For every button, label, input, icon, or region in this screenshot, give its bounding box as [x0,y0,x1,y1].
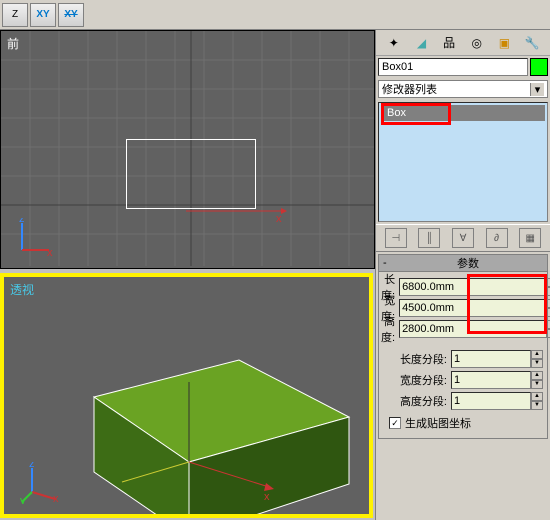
viewport-label-perspective: 透视 [10,281,34,298]
create-tab-icon[interactable]: ✦ [385,34,403,52]
xy-plane-button-2[interactable]: XY [58,3,84,27]
motion-tab-icon[interactable]: ◎ [468,34,486,52]
length-segs-label: 长度分段: [381,351,451,367]
length-segs-input[interactable] [451,350,531,368]
command-panel: ✦ ◢ 品 ◎ ▣ 🔧 修改器列表 ▾ Box ⊣ ║ ∀ ∂ ▦ [375,30,550,520]
modify-tab-icon[interactable]: ◢ [412,34,430,52]
svg-text:y: y [20,495,26,504]
spinner-up-icon[interactable]: ▲ [531,350,543,359]
viewports-area: 前 x z x 透视 [0,30,375,520]
hierarchy-tab-icon[interactable]: 品 [440,34,458,52]
panel-tabs: ✦ ◢ 品 ◎ ▣ 🔧 [376,30,550,56]
height-input[interactable] [399,320,547,338]
rollout-header[interactable]: - 参数 [378,254,548,272]
width-input[interactable] [399,299,547,317]
box-geometry[interactable]: x [44,342,364,518]
width-segs-label: 宽度分段: [381,372,451,388]
chevron-down-icon: ▾ [530,83,544,96]
viewport-label-front: 前 [7,35,19,52]
generate-uvw-checkbox[interactable]: ✓ [389,417,401,429]
spinner-down-icon[interactable]: ▼ [531,401,543,410]
modifier-list-dropdown[interactable]: 修改器列表 ▾ [378,80,548,98]
spinner-down-icon[interactable]: ▼ [531,359,543,368]
height-segs-label: 高度分段: [381,393,451,409]
minus-icon: - [383,257,393,269]
xy-plane-button[interactable]: XY [30,3,56,27]
svg-text:x: x [53,493,59,504]
remove-modifier-button[interactable]: ∂ [486,228,508,248]
width-segs-input[interactable] [451,371,531,389]
length-input[interactable] [399,278,547,296]
svg-text:z: z [29,462,35,470]
svg-text:x: x [276,213,282,225]
generate-uvw-label: 生成贴图坐标 [405,415,471,431]
height-label: 高度: [381,313,399,345]
axis-tripod-icon: z x y [20,462,62,504]
svg-text:z: z [19,218,25,225]
spinner-up-icon[interactable]: ▲ [531,371,543,380]
axis-tripod-icon: z x [17,218,57,258]
svg-text:x: x [264,491,270,503]
spinner-up-icon[interactable]: ▲ [531,392,543,401]
svg-text:x: x [47,247,53,258]
pin-stack-button[interactable]: ⊣ [385,228,407,248]
z-axis-button[interactable]: Z [2,3,28,27]
object-name-input[interactable] [378,58,528,76]
show-end-result-button[interactable]: ║ [418,228,440,248]
modifier-stack[interactable]: Box [378,102,548,222]
constraint-toolbar: Z XY XY [0,0,550,30]
utilities-tab-icon[interactable]: 🔧 [523,34,541,52]
modifier-item-box[interactable]: Box [381,105,545,121]
move-gizmo[interactable]: x [181,206,301,269]
make-unique-button[interactable]: ∀ [452,228,474,248]
perspective-viewport[interactable]: 透视 x z x y [0,273,373,518]
spinner-down-icon[interactable]: ▼ [531,380,543,389]
front-viewport[interactable]: 前 x z x [0,30,375,269]
box-wireframe[interactable] [126,139,256,209]
rollout-title: 参数 [393,255,543,271]
object-color-swatch[interactable] [530,58,548,76]
configure-button[interactable]: ▦ [519,228,541,248]
height-segs-input[interactable] [451,392,531,410]
display-tab-icon[interactable]: ▣ [495,34,513,52]
parameters-rollout: - 参数 长度: ▲▼ 宽度: ▲▼ [378,254,548,439]
stack-buttons: ⊣ ║ ∀ ∂ ▦ [376,224,550,252]
modifier-dropdown-label: 修改器列表 [382,81,437,97]
